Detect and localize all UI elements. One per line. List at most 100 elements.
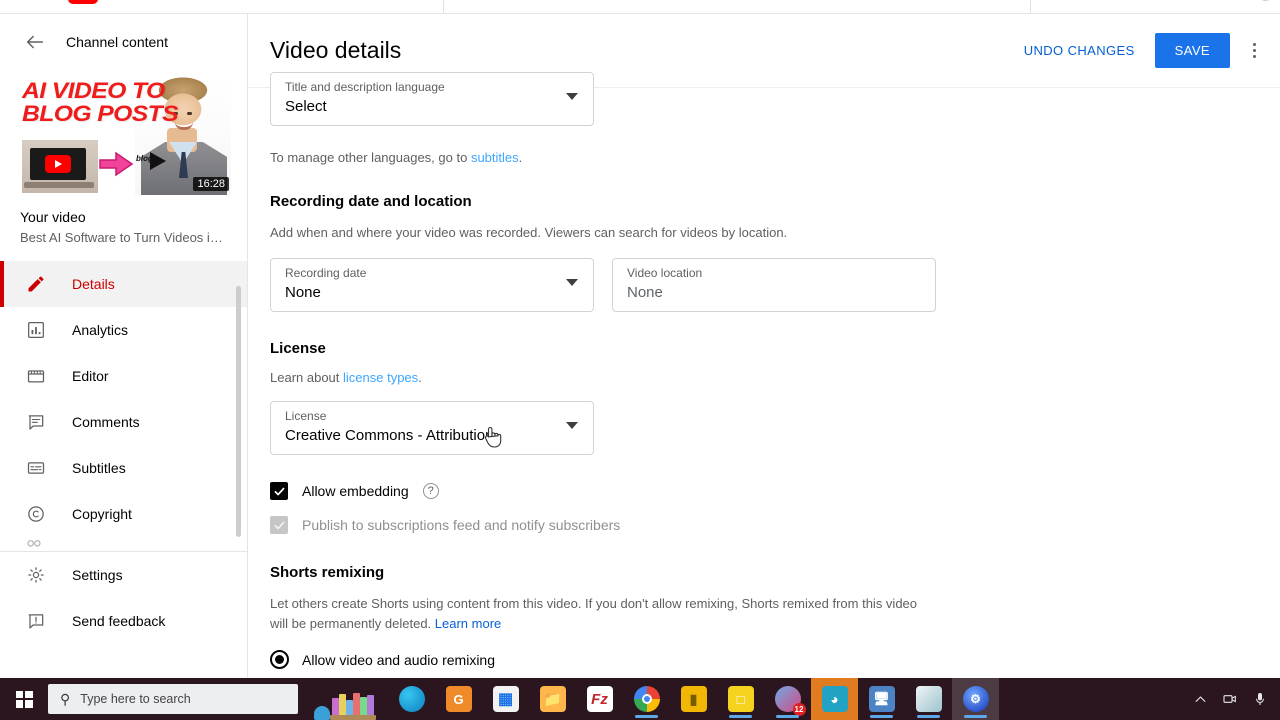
notes-app-icon[interactable] xyxy=(905,678,952,720)
sidebar-item-partial-clipped[interactable] xyxy=(0,537,247,551)
messenger-icon[interactable]: 12 xyxy=(764,678,811,720)
arrow-left-icon xyxy=(24,31,46,53)
bar-chart-icon xyxy=(24,318,48,342)
taskbar-apps: G ▦ 📁 Fz ▮ □ 12 ◕ 🖥 ⚙ xyxy=(304,678,999,720)
video-meta: Your video Best AI Software to Turn Vide… xyxy=(0,195,247,245)
youtube-play-icon xyxy=(68,0,98,4)
license-helper-text: Learn about license types. xyxy=(270,370,1280,385)
microphone-icon[interactable] xyxy=(1252,691,1268,707)
sidebar-item-settings[interactable]: Settings xyxy=(0,552,247,598)
camera-icon[interactable] xyxy=(1222,691,1238,707)
chevron-up-icon[interactable] xyxy=(1193,692,1208,707)
undo-changes-button[interactable]: UNDO CHANGES xyxy=(1018,35,1141,66)
sidebar-item-label: Details xyxy=(72,276,115,292)
pink-arrow-icon xyxy=(99,151,134,177)
file-explorer-icon[interactable]: 📁 xyxy=(529,678,576,720)
sidebar-item-editor[interactable]: Editor xyxy=(0,353,247,399)
sidebar-item-label: Comments xyxy=(72,414,140,430)
thumbnail-laptop xyxy=(22,140,98,193)
license-select[interactable]: License Creative Commons - Attribution xyxy=(270,401,594,455)
page-title: Video details xyxy=(270,37,402,63)
sidebar-item-send-feedback[interactable]: Send feedback xyxy=(0,598,247,644)
license-field-value: Creative Commons - Attribution xyxy=(285,427,494,444)
sidebar-item-label: Editor xyxy=(72,368,109,384)
remote-desktop-icon[interactable]: 🖥 xyxy=(858,678,905,720)
video-thumbnail[interactable]: blog AI VIDEO TO BLOG POSTS 16:28 xyxy=(20,76,233,195)
laptop-base xyxy=(24,182,94,188)
chevron-down-icon xyxy=(566,422,578,429)
language-helper-prefix: To manage other languages, go to xyxy=(270,150,471,165)
google-chrome-icon[interactable] xyxy=(623,678,670,720)
app-running-indicator xyxy=(776,715,799,718)
title-description-language-select[interactable]: Title and description language Select xyxy=(270,72,594,126)
license-section-title: License xyxy=(270,340,326,357)
taskbar-search-placeholder: Type here to search xyxy=(80,692,191,706)
windows-start-icon[interactable] xyxy=(0,678,48,720)
magnifier-icon: ⚲ xyxy=(60,690,71,707)
comment-bubble-icon xyxy=(24,410,48,434)
sidebar-item-label: Copyright xyxy=(72,506,132,522)
sticky-notes-icon[interactable]: □ xyxy=(717,678,764,720)
allow-embedding-row[interactable]: Allow embedding ? xyxy=(270,482,1280,500)
sidebar-item-analytics[interactable]: Analytics xyxy=(0,307,247,353)
filezilla-icon[interactable]: Fz xyxy=(576,678,623,720)
bookshelf-widget-icon[interactable] xyxy=(304,678,388,720)
recording-date-select[interactable]: Recording date None xyxy=(270,258,594,312)
sidebar-nav: Details Analytics Editor Comments Subtit… xyxy=(0,261,247,644)
taskbar-search-input[interactable]: ⚲ Type here to search xyxy=(48,684,298,714)
license-field-label: License xyxy=(285,409,327,423)
screen: Studio ⚲ Channel content xyxy=(0,0,1280,720)
video-duration-badge: 16:28 xyxy=(193,177,229,191)
search-icon[interactable]: ⚲ xyxy=(1223,0,1234,2)
partial-icon xyxy=(24,537,44,551)
back-to-channel-content[interactable]: Channel content xyxy=(0,14,247,70)
folder-yellow-icon[interactable]: ▮ xyxy=(670,678,717,720)
headset-app-icon[interactable]: ◕ xyxy=(811,678,858,720)
shorts-remixing-desc: Let others create Shorts using content f… xyxy=(270,594,935,634)
license-types-link[interactable]: license types xyxy=(343,370,418,385)
allow-embedding-checkbox[interactable] xyxy=(270,482,288,500)
allow-embedding-label: Allow embedding xyxy=(302,483,409,499)
sidebar-item-subtitles[interactable]: Subtitles xyxy=(0,445,247,491)
thumbnail-title-line1: AI VIDEO TO xyxy=(22,78,165,103)
person-eye-right xyxy=(187,112,192,115)
allow-video-audio-remixing-radio[interactable] xyxy=(270,650,289,669)
sidebar-scrollbar-thumb[interactable] xyxy=(236,286,241,537)
play-button-icon xyxy=(45,155,71,173)
sidebar-item-details[interactable]: Details xyxy=(0,261,247,307)
subtitles-link[interactable]: subtitles xyxy=(471,150,519,165)
chevron-down-icon xyxy=(566,93,578,100)
shorts-desc-line2: permanently deleted. xyxy=(309,616,435,631)
main-panel: Video details UNDO CHANGES SAVE Title an… xyxy=(248,14,1280,678)
publish-subscriptions-label: Publish to subscriptions feed and notify… xyxy=(302,517,621,533)
language-helper-suffix: . xyxy=(518,150,523,165)
settings-globe-icon[interactable]: ⚙ xyxy=(952,678,999,720)
laptop-screen xyxy=(30,148,86,180)
recording-section-desc: Add when and where your video was record… xyxy=(270,225,788,240)
sidebar-item-copyright[interactable]: Copyright xyxy=(0,491,247,537)
studio-search-input[interactable] xyxy=(443,0,1031,13)
language-field-value: Select xyxy=(285,98,327,115)
radio-label: Allow video and audio remixing xyxy=(302,651,495,668)
youtube-studio-logo[interactable]: Studio xyxy=(68,0,162,5)
kebab-menu-icon[interactable] xyxy=(1242,36,1266,66)
shorts-learn-more-link[interactable]: Learn more xyxy=(435,616,501,631)
app-running-indicator xyxy=(870,715,893,718)
video-heading: Your video xyxy=(20,209,86,225)
video-location-input[interactable]: Video location None xyxy=(612,258,936,312)
account-avatar[interactable] xyxy=(1258,0,1273,1)
microsoft-store-icon[interactable]: ▦ xyxy=(482,678,529,720)
shorts-remixing-title: Shorts remixing xyxy=(270,564,385,581)
microsoft-edge-icon[interactable] xyxy=(388,678,435,720)
recording-date-label: Recording date xyxy=(285,266,367,280)
subtitles-icon xyxy=(24,456,48,480)
question-mark-icon[interactable]: ? xyxy=(422,483,439,499)
save-button[interactable]: SAVE xyxy=(1154,33,1230,68)
sidebar-item-label: Send feedback xyxy=(72,613,166,629)
publish-subscriptions-checkbox xyxy=(270,516,288,534)
sidebar-item-comments[interactable]: Comments xyxy=(0,399,247,445)
language-helper-text: To manage other languages, go to subtitl… xyxy=(270,150,1280,165)
sidebar-item-label: Analytics xyxy=(72,322,129,338)
g-app-icon[interactable]: G xyxy=(435,678,482,720)
allow-video-audio-remixing-row[interactable]: Allow video and audio remixing xyxy=(270,650,1280,669)
